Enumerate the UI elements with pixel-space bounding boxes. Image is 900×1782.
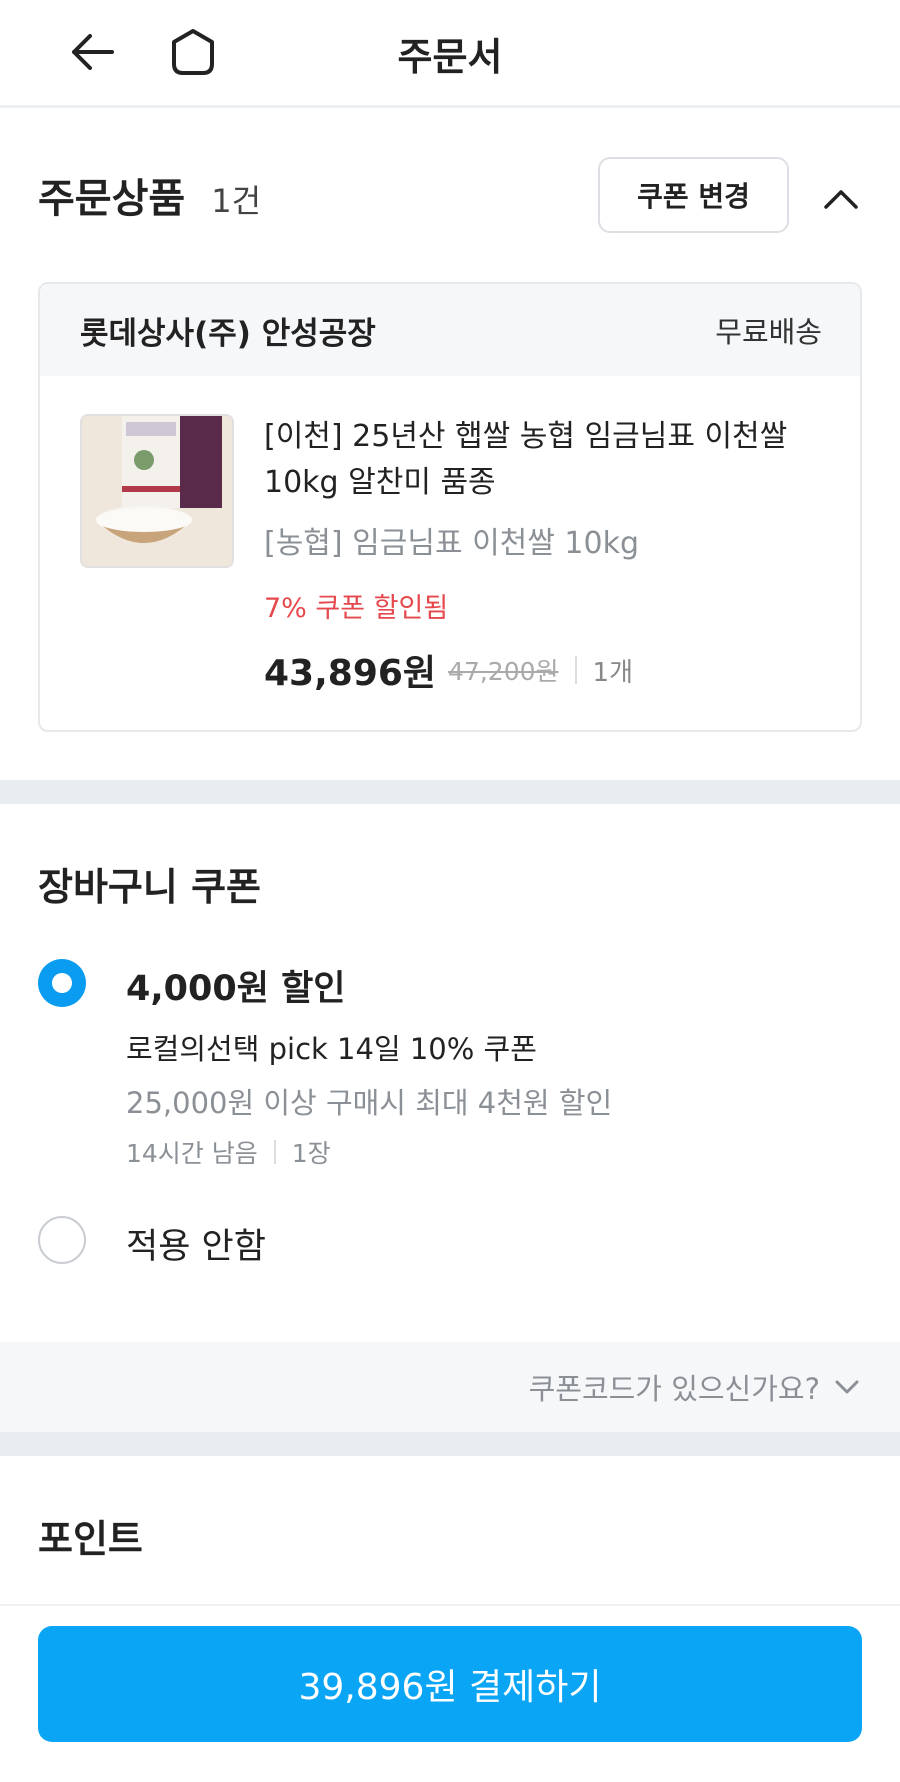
- coupon-code-toggle[interactable]: 쿠폰코드가 있으신가요?: [0, 1342, 900, 1432]
- coupon-applied-note: 7% 쿠폰 할인됨: [264, 593, 449, 624]
- product-thumbnail[interactable]: [80, 414, 234, 568]
- price-row: 43,896원 47,200원 1개: [264, 644, 633, 696]
- seller-name: 롯데상사(주) 안성공장: [80, 315, 376, 352]
- product-card: 롯데상사(주) 안성공장 무료배송 [이천] 25년산 햅쌀 농협 임금님표 이…: [38, 282, 862, 732]
- points-title: 포인트: [38, 1517, 143, 1561]
- coupon-count: 1장: [291, 1139, 331, 1168]
- quantity: 1개: [592, 657, 633, 688]
- meta-divider: [273, 1140, 276, 1164]
- coupon-change-button[interactable]: 쿠폰 변경: [598, 157, 789, 233]
- coupon-radio-selected[interactable]: [38, 959, 86, 1007]
- coupon-code-prompt: 쿠폰코드가 있으신가요?: [528, 1372, 820, 1406]
- seller-header: 롯데상사(주) 안성공장 무료배송: [40, 284, 860, 376]
- coupon-time-left: 14시간 남음: [126, 1139, 258, 1168]
- cart-coupon-title: 장바구니 쿠폰: [38, 865, 261, 909]
- page-title: 주문서: [397, 35, 503, 79]
- pay-button[interactable]: 39,896원 결제하기: [38, 1626, 862, 1742]
- radio-dot: [52, 973, 72, 993]
- order-products-header: 주문상품 1건: [38, 166, 261, 224]
- sale-price: 43,896원: [264, 653, 437, 694]
- section-divider-2: [0, 1432, 900, 1456]
- collapse-button[interactable]: [816, 176, 866, 222]
- shipping-info: 무료배송: [715, 315, 822, 349]
- order-products-title: 주문상품: [38, 176, 186, 222]
- rice-product-image: [82, 416, 232, 566]
- chevron-up-icon: [824, 190, 858, 209]
- chevron-down-icon: [834, 1379, 860, 1395]
- order-products-count: 1건: [211, 182, 262, 220]
- coupon-condition: 25,000원 이상 구매시 최대 4천원 할인: [126, 1086, 613, 1120]
- order-sheet-page: 주문서 주문상품 1건 쿠폰 변경 롯데상사(주) 안성공장 무료배송 [이천]…: [0, 0, 900, 1782]
- price-divider: [574, 656, 577, 684]
- section-divider: [0, 780, 900, 804]
- no-coupon-label[interactable]: 적용 안함: [126, 1218, 266, 1269]
- coupon-discount[interactable]: 4,000원 할인: [126, 960, 346, 1011]
- coupon-radio-none[interactable]: [38, 1216, 86, 1264]
- bottom-bar: 39,896원 결제하기: [0, 1604, 900, 1782]
- coupon-meta: 14시간 남음 1장: [126, 1134, 331, 1170]
- top-header: 주문서: [0, 0, 900, 108]
- product-option: [농협] 임금님표 이천쌀 10kg: [264, 526, 640, 561]
- product-name[interactable]: [이천] 25년산 햅쌀 농협 임금님표 이천쌀 10kg 알찬미 품종: [264, 414, 824, 506]
- coupon-name: 로컬의선택 pick 14일 10% 쿠폰: [126, 1032, 537, 1066]
- original-price: 47,200원: [448, 657, 559, 686]
